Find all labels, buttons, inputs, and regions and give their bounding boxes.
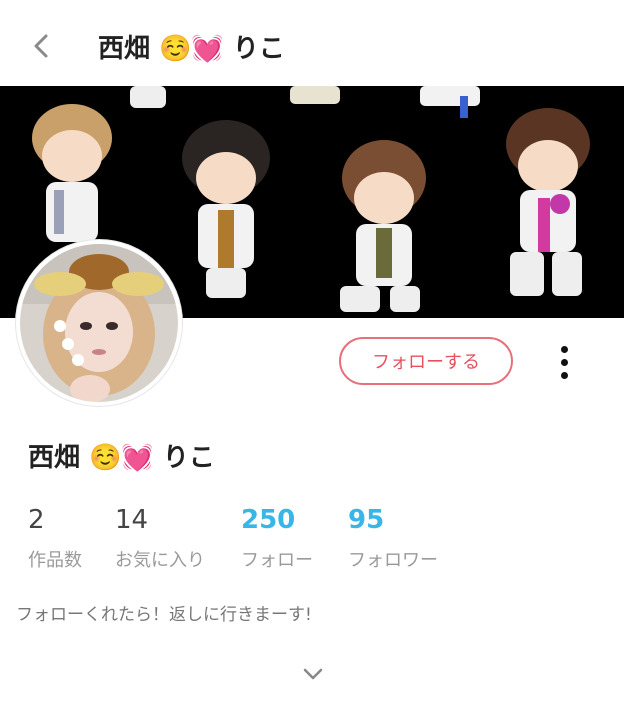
- profile-name: 西畑 ☺️💓 りこ: [28, 443, 215, 473]
- avatar[interactable]: [20, 244, 178, 402]
- stat-followers-label: フォロワー: [348, 550, 438, 571]
- kebab-dot: [561, 346, 568, 353]
- stat-following-label: フォロー: [241, 550, 313, 571]
- header-bar: 西畑 ☺️💓 りこ: [0, 0, 624, 86]
- stat-favorites-label: お気に入り: [115, 550, 205, 571]
- stat-works-label: 作品数: [28, 550, 82, 571]
- chevron-left-icon[interactable]: [28, 26, 58, 66]
- kebab-dot: [561, 372, 568, 379]
- stat-following-count[interactable]: 250: [241, 505, 295, 535]
- avatar-photo: [20, 244, 178, 402]
- page-title: 西畑 ☺️💓 りこ: [98, 34, 285, 64]
- profile-bio: フォローくれたら！返しに行きまーす!: [16, 605, 312, 625]
- kebab-dot: [561, 359, 568, 366]
- stat-followers-count[interactable]: 95: [348, 505, 384, 535]
- chevron-down-icon[interactable]: [300, 664, 326, 684]
- follow-button[interactable]: フォローする: [339, 337, 513, 385]
- vertical-ellipsis-icon[interactable]: [556, 346, 574, 380]
- avatar-frame: [16, 240, 182, 406]
- stat-works-count[interactable]: 2: [28, 505, 45, 535]
- stat-favorites-count[interactable]: 14: [115, 505, 148, 535]
